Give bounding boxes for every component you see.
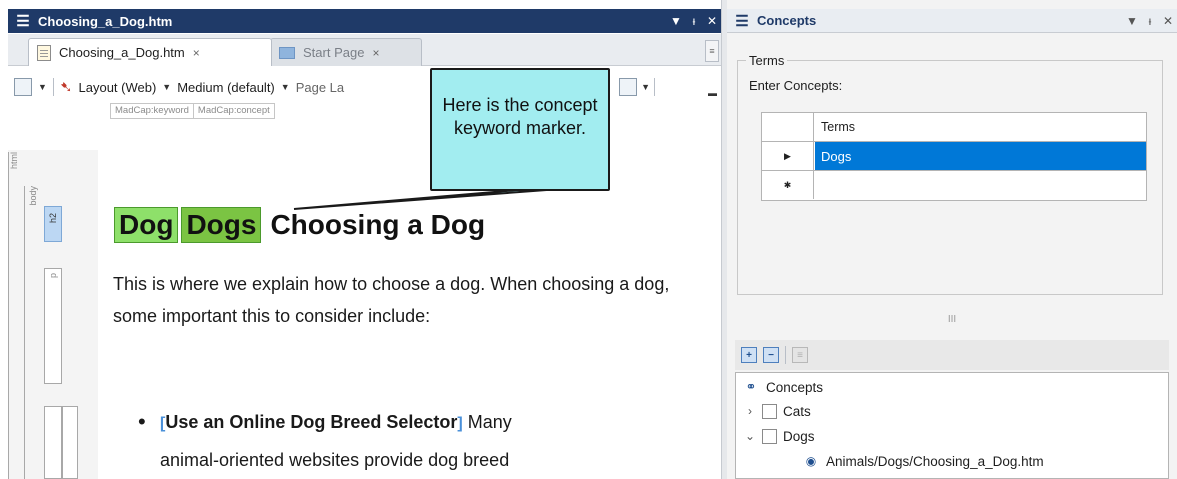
- chevron-down-icon[interactable]: ▼: [281, 82, 290, 92]
- terms-group-title: Terms: [746, 53, 788, 68]
- callout-box: Here is the concept keyword marker.: [430, 68, 610, 191]
- editor-pane: ☰ Choosing_a_Dog.htm ▼ ᵼ ✕ Choosing_a_Do…: [0, 0, 721, 479]
- medium-dropdown[interactable]: Medium (default): [177, 80, 275, 95]
- gutter-p-marker[interactable]: p: [44, 268, 62, 384]
- tab-start-page[interactable]: Start Page ×: [270, 38, 422, 66]
- chevron-down-icon[interactable]: ▼: [641, 82, 650, 92]
- dropdown-icon[interactable]: ▼: [667, 14, 685, 28]
- chevron-down-icon[interactable]: ⌄: [744, 429, 756, 443]
- grid-cell[interactable]: [815, 171, 1146, 199]
- layout-dropdown[interactable]: Layout (Web): [79, 80, 157, 95]
- pointer-icon[interactable]: ➷: [60, 78, 73, 96]
- gutter-li-marker[interactable]: [62, 406, 78, 479]
- page-layout-dropdown[interactable]: Page La: [296, 80, 344, 95]
- keyword-marker[interactable]: Dog: [114, 207, 179, 243]
- grid-cell[interactable]: Dogs: [815, 142, 1146, 170]
- concepts-pane: ☰ Concepts ▼ ᵼ ✕ Terms Enter Concepts: T…: [727, 0, 1177, 479]
- tree-item-dogs[interactable]: ⌄ Dogs: [744, 424, 815, 448]
- gutter-line: [24, 186, 25, 479]
- gutter-label-body: body: [28, 186, 38, 206]
- list-item-rest: Many: [462, 412, 512, 432]
- toolbar-separator: [785, 346, 786, 364]
- concepts-icon: ⚭: [745, 379, 757, 394]
- tab-close-icon[interactable]: ×: [372, 46, 379, 60]
- collapse-all-icon[interactable]: −: [763, 347, 779, 363]
- linked-file-icon: ◉: [805, 454, 817, 468]
- tab-strip: Choosing_a_Dog.htm × Start Page × ≡: [8, 34, 721, 66]
- close-icon[interactable]: ✕: [703, 14, 721, 28]
- concepts-tree: ⚭ Concepts › Cats ⌄ Dogs ◉ Animals/Dogs/…: [735, 372, 1169, 479]
- toolbar-separator: [654, 78, 655, 96]
- editor-window-title: Choosing_a_Dog.htm: [38, 13, 173, 29]
- concepts-window-title: Concepts: [757, 13, 817, 28]
- pin-icon[interactable]: ᵼ: [685, 14, 703, 28]
- gutter-label-p: p: [48, 273, 58, 279]
- tree-root[interactable]: ⚭ Concepts: [742, 375, 824, 399]
- start-page-icon: [279, 46, 295, 59]
- tag-strip: MadCap:keyword MadCap:concept: [110, 103, 275, 119]
- gutter-label-html: html: [9, 152, 19, 170]
- tag-keyword[interactable]: MadCap:keyword: [111, 104, 194, 118]
- list-item-bold: Use an Online Dog Breed Selector: [165, 412, 458, 432]
- tab-label: Start Page: [303, 45, 365, 60]
- open-file-icon[interactable]: ≡: [792, 347, 808, 363]
- concepts-toolbar: + − ≡: [735, 340, 1169, 370]
- list-item-line2: animal-oriented websites provide dog bre…: [160, 450, 510, 470]
- tab-choosing-a-dog[interactable]: Choosing_a_Dog.htm ×: [28, 38, 272, 66]
- tree-child-label: Animals/Dogs/Choosing_a_Dog.htm: [826, 453, 1044, 469]
- list-item: • [Use an Online Dog Breed Selector] Man…: [138, 404, 678, 478]
- grid-new-row[interactable]: ✱: [762, 171, 1146, 200]
- menu-icon[interactable]: ☰: [731, 12, 753, 30]
- body-paragraph: This is where we explain how to choose a…: [113, 274, 670, 326]
- overflow-icon[interactable]: ▬: [708, 88, 717, 98]
- gutter-h2-marker[interactable]: h2: [44, 206, 62, 242]
- grid-row[interactable]: ▶ Dogs: [762, 142, 1146, 171]
- bullet-icon: •: [138, 409, 146, 434]
- menu-icon[interactable]: ☰: [12, 12, 34, 30]
- enter-concepts-label: Enter Concepts:: [749, 78, 843, 93]
- grid-header-row: Terms: [762, 113, 1146, 142]
- tree-child-file[interactable]: ◉ Animals/Dogs/Choosing_a_Dog.htm: [802, 449, 1044, 473]
- settings-icon[interactable]: [619, 78, 638, 96]
- tree-item-label: Dogs: [783, 428, 815, 444]
- pin-icon[interactable]: ᵼ: [1141, 14, 1159, 28]
- document-icon: [37, 44, 51, 61]
- tab-list-icon[interactable]: ≡: [705, 40, 719, 62]
- chevron-down-icon[interactable]: ▼: [38, 82, 47, 92]
- tree-item-label: Cats: [783, 403, 811, 419]
- row-selector: [762, 113, 814, 141]
- chevron-down-icon[interactable]: ▼: [162, 82, 171, 92]
- new-row-icon: ✱: [762, 171, 814, 199]
- close-icon[interactable]: ✕: [1159, 14, 1177, 28]
- tab-close-icon[interactable]: ×: [193, 46, 200, 60]
- tab-label: Choosing_a_Dog.htm: [59, 45, 185, 60]
- tag-concept[interactable]: MadCap:concept: [194, 104, 274, 118]
- concepts-title-bar: ☰ Concepts ▼ ᵼ ✕: [727, 9, 1177, 33]
- page-heading: Dog Dogs Choosing a Dog: [114, 207, 485, 243]
- document-content[interactable]: Dog Dogs Choosing a Dog This is where we…: [98, 150, 698, 479]
- grid-column-header[interactable]: Terms: [815, 113, 1146, 141]
- checkbox[interactable]: [762, 403, 777, 419]
- tree-root-label: Concepts: [766, 379, 824, 395]
- tree-item-cats[interactable]: › Cats: [744, 399, 811, 423]
- expand-all-icon[interactable]: +: [741, 347, 757, 363]
- editor-toolbar: ▼ ➷ Layout (Web) ▼ Medium (default) ▼ Pa…: [8, 72, 721, 102]
- toolbar-separator: [52, 78, 54, 96]
- concept-keyword-marker[interactable]: Dogs: [181, 207, 262, 243]
- row-pointer-icon: ▶: [762, 142, 814, 170]
- editor-title-bar: ☰ Choosing_a_Dog.htm ▼ ᵼ ✕: [8, 9, 721, 33]
- splitter-grip[interactable]: III: [727, 305, 1177, 333]
- gutter-ul-marker[interactable]: [44, 406, 62, 479]
- heading-text: Choosing a Dog: [270, 209, 486, 240]
- dropdown-icon[interactable]: ▼: [1123, 14, 1141, 28]
- gutter-label-h2: h2: [48, 213, 58, 224]
- list-item-text: [Use an Online Dog Breed Selector] Many …: [160, 404, 678, 478]
- terms-grid: Terms ▶ Dogs ✱: [761, 112, 1147, 201]
- zoom-icon[interactable]: [14, 78, 32, 96]
- checkbox[interactable]: [762, 428, 777, 444]
- chevron-right-icon[interactable]: ›: [744, 404, 756, 418]
- gutter-line: [8, 152, 9, 479]
